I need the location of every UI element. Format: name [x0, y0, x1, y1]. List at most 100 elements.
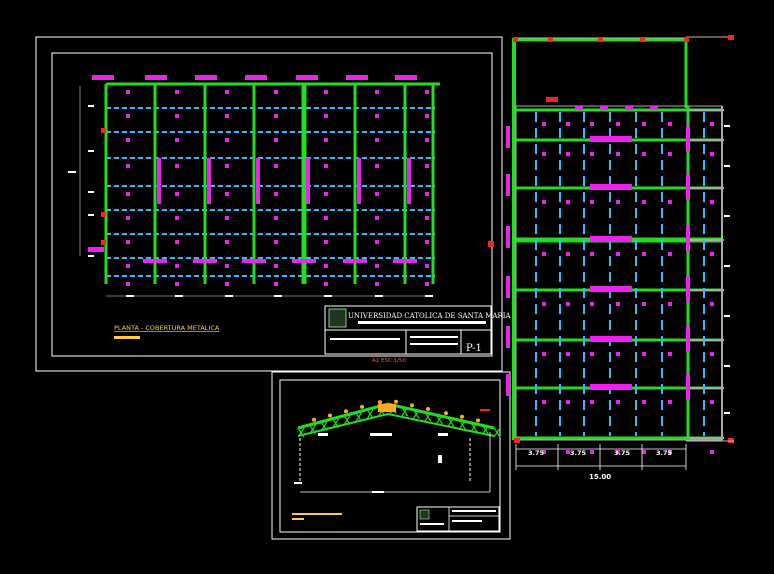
elev-marker — [480, 409, 490, 411]
university-seal-icon — [328, 308, 347, 328]
cross-plate — [590, 184, 632, 190]
plan-title: PLANTA - COBERTURA METALICA — [114, 324, 220, 332]
annex-marker — [640, 37, 645, 42]
cross-plate — [590, 136, 632, 142]
sheet-2-inner-frame — [279, 379, 501, 533]
purlin-node — [378, 400, 382, 405]
edge-tick — [724, 215, 730, 217]
side-plate — [506, 226, 510, 248]
edge-tick — [724, 165, 730, 167]
purlin-node — [410, 403, 414, 408]
mid-plate — [207, 158, 211, 204]
sheet-1-inner-frame — [51, 52, 493, 357]
side-plate — [506, 174, 510, 196]
side-plate — [506, 126, 510, 148]
joint-dot — [590, 252, 594, 256]
joint-dot — [566, 302, 570, 306]
edge-tick — [724, 412, 730, 414]
bottom-plate — [242, 259, 266, 263]
joint-dot — [566, 200, 570, 204]
dim-label-4: 3.75 — [656, 449, 673, 457]
purlin-node — [344, 409, 348, 414]
purlin-node — [460, 414, 464, 419]
joint-dot — [542, 302, 546, 306]
joint-dot — [642, 400, 646, 404]
joint-dot — [642, 152, 646, 156]
annex-marker — [728, 35, 734, 40]
joint-dot — [274, 192, 278, 196]
cross-plate — [590, 236, 632, 242]
joint-dot — [710, 302, 714, 306]
annex-marker — [546, 97, 558, 102]
left-dim-tick — [88, 255, 94, 257]
top-joint — [625, 106, 633, 110]
joint-dot — [616, 252, 620, 256]
joint-dot — [274, 138, 278, 142]
top-plate — [346, 75, 368, 80]
annex-marker — [548, 37, 553, 42]
top-plate — [145, 75, 167, 80]
joint-dot — [375, 164, 379, 168]
elevation-title-mark — [292, 513, 342, 515]
mid-plate — [407, 158, 411, 204]
joint-dot — [668, 302, 672, 306]
joint-dot — [126, 138, 130, 142]
joint-dot — [616, 200, 620, 204]
title-block-sheet-2 — [416, 506, 500, 532]
corner-plate — [88, 247, 104, 252]
elev-dim-tick — [294, 482, 302, 484]
joint-dot — [375, 264, 379, 268]
side-plate — [686, 326, 690, 352]
joint-dot — [225, 90, 229, 94]
bottom-plate — [343, 259, 367, 263]
joint-dot — [710, 200, 714, 204]
joint-dot — [642, 252, 646, 256]
joint-dot — [126, 164, 130, 168]
joint-dot — [668, 152, 672, 156]
joint-dot — [616, 302, 620, 306]
joint-dot — [425, 240, 429, 244]
bottom-plate — [193, 259, 217, 263]
dim-label-2: 3.75 — [570, 449, 587, 457]
bottom-dim-tick — [274, 295, 282, 297]
bottom-dim-tick — [425, 295, 433, 297]
mid-plate — [306, 158, 310, 204]
joint-dot — [425, 216, 429, 220]
university-name: UNIVERSIDAD CATOLICA DE SANTA MARIA — [348, 312, 512, 320]
joint-dot — [425, 90, 429, 94]
joint-dot — [175, 164, 179, 168]
top-plate — [245, 75, 267, 80]
annex-frame — [513, 37, 687, 107]
side-plate — [506, 374, 510, 396]
cross-plate — [590, 286, 632, 292]
side-plate — [686, 126, 690, 152]
joint-dot — [175, 282, 179, 286]
joint-dot — [324, 216, 328, 220]
joint-dot — [175, 138, 179, 142]
joint-dot — [375, 282, 379, 286]
joint-dot — [126, 90, 130, 94]
joint-dot — [425, 164, 429, 168]
bottom-marker — [514, 438, 520, 443]
grid-marker — [101, 240, 106, 245]
joint-dot — [590, 400, 594, 404]
joint-dot — [375, 138, 379, 142]
joint-dot — [710, 252, 714, 256]
joint-dot — [642, 200, 646, 204]
joint-dot — [225, 282, 229, 286]
small-seal-icon — [419, 509, 430, 520]
joint-dot — [710, 450, 714, 454]
joint-dot — [542, 122, 546, 126]
purlin-node — [328, 413, 332, 418]
joint-dot — [175, 240, 179, 244]
joint-dot — [324, 192, 328, 196]
left-dim-tick — [68, 171, 76, 173]
bottom-plate — [292, 259, 316, 263]
joint-dot — [425, 192, 429, 196]
joint-dot — [590, 200, 594, 204]
joint-dot — [590, 352, 594, 356]
purlin-node — [394, 399, 398, 404]
bottom-chord — [297, 412, 495, 437]
bottom-dim-tick — [375, 295, 383, 297]
joint-dot — [375, 114, 379, 118]
